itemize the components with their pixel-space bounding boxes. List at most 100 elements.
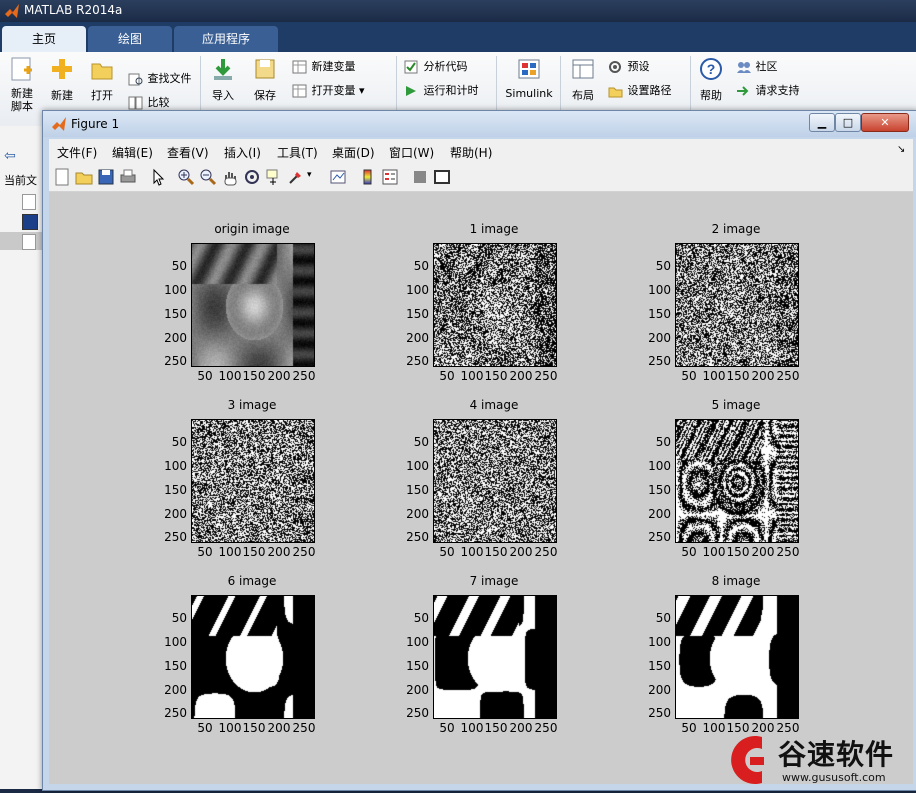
x-tick-label: 200	[267, 369, 291, 383]
menu-insert[interactable]: 插入(I)	[224, 144, 261, 161]
data-cursor-icon[interactable]	[265, 168, 283, 186]
request-support-button[interactable]: 请求支持	[736, 82, 800, 98]
legend-icon[interactable]	[381, 168, 399, 186]
x-tick-label: 50	[681, 721, 697, 735]
y-tick-label: 100	[648, 635, 671, 649]
subplot-title: 2 image	[711, 222, 761, 236]
y-tick-label: 100	[164, 459, 187, 473]
layout-button[interactable]: 布局	[566, 56, 600, 103]
x-tick-label: 200	[509, 369, 533, 383]
x-tick-label: 150	[484, 369, 508, 383]
maximize-button[interactable]: □	[835, 113, 861, 132]
import-button[interactable]: 导入	[206, 56, 240, 103]
brush-dropdown-icon[interactable]: ▾	[307, 170, 312, 180]
minimize-button[interactable]: ▁	[809, 113, 835, 132]
zoom-in-icon[interactable]	[177, 168, 195, 186]
community-icon	[737, 62, 751, 73]
close-button[interactable]: ✕	[861, 113, 909, 132]
bitplane-image	[675, 419, 799, 543]
layout-label: 布局	[572, 89, 594, 102]
menu-edit[interactable]: 编辑(E)	[112, 144, 153, 161]
figure-menu-bar: 文件(F) 编辑(E) 查看(V) 插入(I) 工具(T) 桌面(D) 窗口(W…	[49, 139, 913, 163]
figure-window: Figure 1 ▁ □ ✕ 文件(F) 编辑(E) 查看(V) 插入(I) 工…	[42, 110, 916, 791]
brush-icon[interactable]	[287, 168, 305, 186]
x-tick-label: 200	[509, 545, 533, 559]
new-variable-button[interactable]: 新建变量	[292, 58, 356, 74]
analyze-code-icon	[404, 60, 418, 74]
back-arrow-icon[interactable]: ⇦	[4, 148, 16, 164]
open-file-icon[interactable]	[75, 168, 93, 186]
compare-icon	[128, 96, 143, 110]
run-and-time-button[interactable]: 运行和计时	[404, 82, 479, 98]
x-tick-label: 50	[197, 721, 213, 735]
bitplane-image	[675, 595, 799, 719]
rotate-3d-icon[interactable]	[243, 168, 261, 186]
bitplane-image	[191, 419, 315, 543]
y-tick-label: 50	[655, 259, 671, 273]
analyze-code-button[interactable]: 分析代码	[404, 58, 468, 74]
show-plot-tools-icon[interactable]	[433, 168, 451, 186]
zoom-out-icon[interactable]	[199, 168, 217, 186]
menu-help[interactable]: 帮助(H)	[450, 144, 492, 161]
new-figure-icon[interactable]	[53, 168, 71, 186]
tab-plots[interactable]: 绘图	[88, 26, 172, 52]
new-script-button[interactable]: 新建 脚本	[4, 56, 40, 113]
x-tick-label: 250	[534, 369, 558, 383]
link-plot-icon[interactable]	[329, 168, 347, 186]
print-icon[interactable]	[119, 168, 137, 186]
pan-hand-icon[interactable]	[221, 168, 239, 186]
import-icon	[214, 59, 232, 80]
x-tick-label: 50	[439, 545, 455, 559]
save-figure-icon[interactable]	[97, 168, 115, 186]
y-tick-label: 50	[413, 259, 429, 273]
open-variable-button[interactable]: 打开变量 ▾	[292, 82, 365, 98]
request-support-label: 请求支持	[755, 84, 800, 97]
menu-desktop[interactable]: 桌面(D)	[332, 144, 375, 161]
subplot-title: 4 image	[469, 398, 519, 412]
dock-arrow-icon[interactable]: ↘	[897, 144, 905, 155]
y-tick-label: 50	[171, 611, 187, 625]
open-variable-icon	[292, 84, 307, 98]
analyze-code-label: 分析代码	[423, 60, 468, 73]
set-path-button[interactable]: 设置路径	[608, 82, 672, 98]
request-support-icon	[737, 86, 749, 96]
compare-button[interactable]: 比较	[128, 94, 170, 110]
find-files-button[interactable]: 查找文件	[128, 70, 192, 86]
figure-title-bar: Figure 1 ▁ □ ✕	[43, 111, 916, 137]
file-icon[interactable]	[22, 194, 36, 210]
menu-file[interactable]: 文件(F)	[57, 144, 97, 161]
y-tick-label: 200	[648, 683, 671, 697]
dropdown-arrow-icon[interactable]: ▾	[359, 84, 365, 97]
x-tick-label: 50	[439, 369, 455, 383]
simulink-button[interactable]: Simulink	[502, 56, 556, 100]
open-variable-label: 打开变量	[311, 84, 356, 97]
y-tick-label: 50	[413, 611, 429, 625]
open-button[interactable]: 打开	[84, 56, 120, 103]
y-tick-label: 100	[406, 635, 429, 649]
y-tick-label: 150	[406, 307, 429, 321]
y-tick-label: 250	[406, 354, 429, 368]
subplot-title: 8 image	[711, 574, 761, 588]
tab-home[interactable]: 主页	[2, 26, 86, 52]
y-tick-label: 100	[648, 283, 671, 297]
selected-file-row[interactable]	[0, 232, 44, 250]
community-button[interactable]: 社区	[736, 58, 778, 74]
colorbar-icon[interactable]	[359, 168, 377, 186]
save-button[interactable]: 保存	[248, 56, 282, 103]
x-tick-label: 50	[681, 369, 697, 383]
y-tick-label: 200	[406, 331, 429, 345]
svg-text:?: ?	[707, 61, 716, 77]
y-tick-label: 250	[164, 354, 187, 368]
edit-plot-arrow-icon[interactable]	[149, 168, 167, 186]
y-tick-label: 50	[655, 611, 671, 625]
hide-plot-tools-icon[interactable]	[411, 168, 429, 186]
menu-window[interactable]: 窗口(W)	[389, 144, 434, 161]
bitplane-image	[433, 595, 557, 719]
help-button[interactable]: ? 帮助	[696, 56, 726, 103]
tab-apps[interactable]: 应用程序	[174, 26, 278, 52]
bmp-file-icon[interactable]	[22, 214, 38, 230]
menu-view[interactable]: 查看(V)	[167, 144, 209, 161]
preferences-button[interactable]: 预设	[608, 58, 650, 74]
menu-tools[interactable]: 工具(T)	[277, 144, 318, 161]
new-button[interactable]: 新建	[44, 56, 80, 103]
